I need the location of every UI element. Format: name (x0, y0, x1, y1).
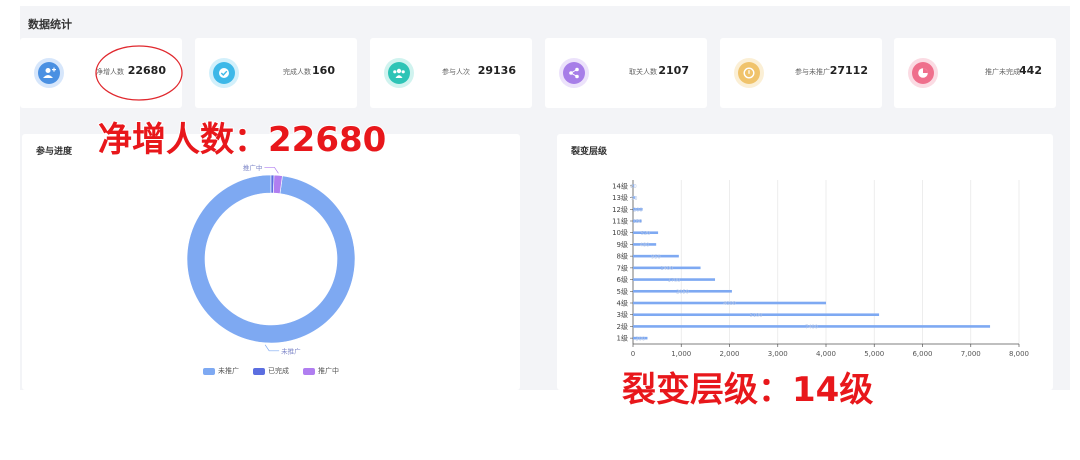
levels-chart-card: 裂变层级 0 1,000 2,000 3,000 4,000 5,000 6,000 7,00… (557, 134, 1053, 390)
progress-chart-card: 参与进度 未推广 推广中 未推广 已完成 推广中 (22, 134, 520, 390)
stat-label: 取关人数 (629, 68, 657, 76)
y-tick-label: 3级 (617, 310, 628, 319)
y-tick-label: 8级 (617, 252, 628, 261)
y-tick-label: 7级 (617, 263, 628, 272)
y-tick-label: 1级 (617, 334, 628, 343)
y-tick-label: 13级 (612, 193, 628, 202)
bar-value-label: 950 (651, 254, 661, 260)
stat-value: 27112 (829, 64, 868, 77)
pie-icon (908, 58, 938, 88)
pie-label: 未推广 (281, 346, 301, 355)
section-title: 数据统计 (28, 18, 72, 31)
stat-label: 参与未推广 (795, 68, 830, 76)
bar-value-label: 50 (631, 196, 637, 202)
stat-card-not-promoted[interactable]: 参与未推广 27112 (720, 38, 882, 108)
stat-card-participants[interactable]: 参与人次 29136 (370, 38, 532, 108)
y-tick-label: 4级 (617, 299, 628, 308)
stat-card-promo-incomplete[interactable]: 推广未完成 442 (894, 38, 1056, 108)
bar-value-label: 1400 (660, 266, 673, 272)
y-tick-label: 11级 (612, 217, 628, 226)
legend-label: 未推广 (218, 367, 239, 375)
bar-value-label: 2050 (676, 289, 689, 295)
y-tick-label: 2级 (617, 322, 628, 331)
x-tick-label: 0 (631, 350, 635, 358)
bar-value-label: 5100 (750, 313, 763, 319)
y-tick-label: 12级 (612, 205, 628, 214)
legend-item-completed[interactable]: 已完成 (253, 366, 289, 376)
stat-value: 160 (312, 64, 335, 77)
y-tick-label: 14级 (612, 181, 628, 190)
legend-swatch (303, 367, 315, 375)
y-tick-label: 10级 (612, 228, 628, 237)
x-tick-label: 7,000 (961, 350, 981, 358)
stat-label: 推广未完成 (985, 68, 1020, 76)
x-tick-label: 2,000 (719, 350, 739, 358)
annotation-fission-levels: 裂变层级：14级 (621, 369, 874, 411)
stat-label: 参与人次 (442, 68, 470, 76)
legend-swatch (253, 367, 265, 375)
y-tick-label: 5级 (617, 287, 628, 296)
legend-label: 已完成 (268, 367, 289, 375)
bar-value-label: 300 (635, 336, 645, 342)
bar-value-label: 4000 (723, 301, 736, 307)
stat-card-unfollow[interactable]: 取关人数 2107 (545, 38, 707, 108)
x-tick-label: 3,000 (768, 350, 788, 358)
pie-label: 推广中 (243, 163, 263, 172)
y-tick-label: 6级 (617, 275, 628, 284)
pending-icon (734, 58, 764, 88)
user-add-icon (34, 58, 64, 88)
stat-card-completed[interactable]: 完成人数 160 (195, 38, 357, 108)
group-icon (384, 58, 414, 88)
legend-item-not-promoted[interactable]: 未推广 (203, 366, 239, 376)
stat-value: 442 (1019, 64, 1042, 77)
stat-value: 2107 (658, 64, 689, 77)
x-tick-label: 1,000 (671, 350, 691, 358)
pie-leader-line (264, 344, 280, 352)
legend-swatch (203, 367, 215, 375)
levels-bar-chart: 0 1,000 2,000 3,000 4,000 5,000 6,000 7,000 8,00… (612, 180, 1029, 358)
bar-value-label: 180 (633, 219, 643, 225)
bar-value-label: 520 (641, 231, 651, 237)
x-tick-label: 5,000 (864, 350, 884, 358)
bar-value-label: 480 (640, 243, 650, 249)
x-tick-label: 6,000 (912, 350, 932, 358)
x-tick-label: 8,000 (1009, 350, 1029, 358)
pie-leader-line (264, 166, 279, 174)
stat-card-net-increase[interactable]: 净增人数 22680 (20, 38, 183, 108)
stat-value: 29136 (477, 64, 516, 77)
legend-item-promoting[interactable]: 推广中 (303, 366, 339, 376)
stat-label: 完成人数 (283, 68, 311, 76)
highlight-ellipse (95, 45, 183, 101)
progress-legend: 未推广 已完成 推广中 (22, 366, 520, 376)
x-tick-label: 4,000 (816, 350, 836, 358)
bar-value-label: 20 (630, 184, 636, 190)
legend-label: 推广中 (318, 367, 339, 375)
bar-value-label: 7400 (805, 325, 818, 331)
bar-value-label: 200 (633, 207, 643, 213)
pie-slice-未推广[interactable] (186, 174, 356, 344)
share-icon (559, 58, 589, 88)
bar-value-label: 1700 (668, 278, 681, 284)
annotation-net-increase: 净增人数：22680 (97, 119, 387, 161)
check-circle-icon (209, 58, 239, 88)
y-tick-label: 9级 (617, 240, 628, 249)
progress-donut-chart: 未推广 推广中 (186, 163, 356, 355)
